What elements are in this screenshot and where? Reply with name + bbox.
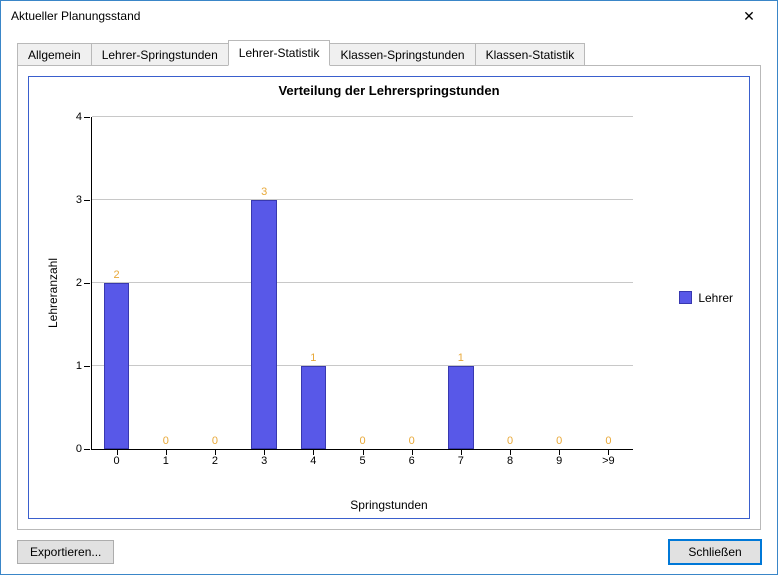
y-tick-label: 1 (76, 360, 92, 372)
close-icon[interactable]: ✕ (729, 2, 769, 30)
bar-value-label: 0 (343, 435, 383, 447)
titlebar: Aktueller Planungsstand ✕ (1, 1, 777, 31)
legend: Lehrer (679, 291, 733, 305)
bar-value-label: 0 (539, 435, 579, 447)
bar (448, 366, 474, 449)
x-tick-label: 2 (212, 449, 218, 467)
x-tick-label: 5 (359, 449, 365, 467)
tab-lehrer-statistik[interactable]: Lehrer-Statistik (228, 40, 331, 66)
x-tick-label: 8 (507, 449, 513, 467)
bar-value-label: 0 (195, 435, 235, 447)
gridline (92, 282, 633, 283)
y-tick-label: 4 (76, 111, 92, 123)
tab-label: Lehrer-Statistik (239, 46, 320, 60)
x-tick-label: 0 (114, 449, 120, 467)
bar-value-label: 0 (392, 435, 432, 447)
export-button[interactable]: Exportieren... (17, 540, 114, 564)
tab-panel: Verteilung der Lehrerspringstunden Lehre… (17, 65, 761, 530)
chart-container: Verteilung der Lehrerspringstunden Lehre… (28, 76, 750, 519)
content-area: Allgemein Lehrer-Springstunden Lehrer-Stat… (1, 31, 777, 530)
y-tick-label: 3 (76, 194, 92, 206)
y-axis-title: Lehreranzahl (46, 257, 60, 327)
bar-value-label: 1 (441, 352, 481, 364)
plot-area: 0123402102033415060718090>90 (91, 117, 633, 450)
close-button[interactable]: Schließen (669, 540, 761, 564)
legend-swatch (679, 291, 692, 304)
x-tick-label: 4 (310, 449, 316, 467)
plot-wrap: Lehreranzahl 0123402102033415060718090>9… (57, 109, 639, 476)
x-tick-label: 1 (163, 449, 169, 467)
bar-value-label: 2 (97, 269, 137, 281)
gridline (92, 365, 633, 366)
button-row: Exportieren... Schließen (1, 530, 777, 574)
bar (301, 366, 327, 449)
bar-value-label: 3 (244, 186, 284, 198)
dialog-window: Aktueller Planungsstand ✕ Allgemein Lehre… (0, 0, 778, 575)
y-tick-label: 2 (76, 277, 92, 289)
legend-label: Lehrer (698, 291, 733, 305)
bar-value-label: 0 (588, 435, 628, 447)
bar (104, 283, 130, 449)
gridline (92, 116, 633, 117)
tab-lehrer-springstunden[interactable]: Lehrer-Springstunden (91, 43, 229, 66)
tab-allgemein[interactable]: Allgemein (17, 43, 92, 66)
x-axis-title: Springstunden (350, 498, 427, 512)
tab-klassen-statistik[interactable]: Klassen-Statistik (475, 43, 586, 66)
chart-title: Verteilung der Lehrerspringstunden (29, 77, 749, 98)
x-tick-label: 9 (556, 449, 562, 467)
y-tick-label: 0 (76, 443, 92, 455)
tab-label: Klassen-Statistik (486, 48, 575, 62)
x-tick-label: >9 (602, 449, 615, 467)
tab-label: Klassen-Springstunden (340, 48, 464, 62)
tab-strip: Allgemein Lehrer-Springstunden Lehrer-Stat… (17, 39, 761, 65)
bar-value-label: 0 (146, 435, 186, 447)
bar-value-label: 1 (293, 352, 333, 364)
gridline (92, 199, 633, 200)
tab-klassen-springstunden[interactable]: Klassen-Springstunden (329, 43, 475, 66)
tab-label: Allgemein (28, 48, 81, 62)
bar-value-label: 0 (490, 435, 530, 447)
x-tick-label: 7 (458, 449, 464, 467)
tab-label: Lehrer-Springstunden (102, 48, 218, 62)
x-tick-label: 3 (261, 449, 267, 467)
bar (251, 200, 277, 449)
window-title: Aktueller Planungsstand (11, 9, 729, 23)
x-tick-label: 6 (409, 449, 415, 467)
